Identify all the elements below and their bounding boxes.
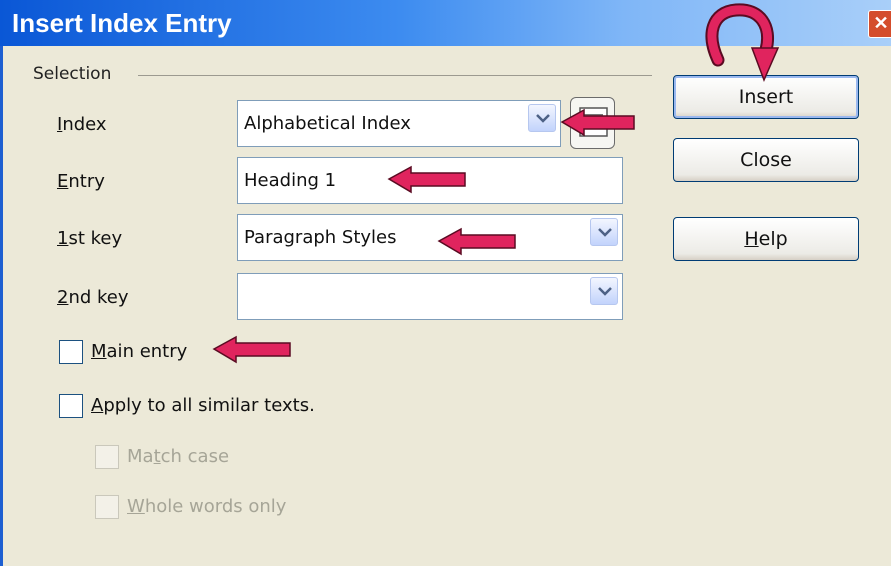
entry-label: Entry [57, 171, 105, 192]
curved-arrow-icon [705, 3, 780, 82]
chevron-down-icon [598, 287, 612, 296]
index-select-value: Alphabetical Index [244, 113, 411, 134]
apply-to-all-label[interactable]: Apply to all similar texts. [91, 395, 315, 416]
chevron-down-icon [536, 114, 550, 123]
close-window-button[interactable]: ✕ [868, 10, 891, 38]
second-key-dropdown-button[interactable] [590, 277, 618, 305]
match-case-label: Match case [127, 446, 230, 467]
help-button[interactable]: Help [673, 217, 859, 261]
first-key-dropdown-button[interactable] [590, 218, 618, 246]
main-entry-label[interactable]: Main entry [91, 341, 187, 362]
section-separator [138, 75, 652, 76]
dialog-title: Insert Index Entry [12, 8, 232, 38]
red-arrow-icon [560, 108, 635, 137]
chevron-down-icon [598, 228, 612, 237]
red-arrow-icon [437, 227, 516, 256]
match-case-checkbox[interactable] [95, 445, 119, 469]
insert-index-entry-dialog: Insert Index Entry ✕ Selection Index Alp… [0, 0, 891, 566]
entry-input-value: Heading 1 [244, 170, 337, 191]
close-button[interactable]: Close [673, 138, 859, 182]
main-entry-checkbox[interactable] [59, 340, 83, 364]
window-border [0, 46, 3, 566]
whole-words-label: Whole words only [127, 496, 287, 517]
index-dropdown-button[interactable] [528, 104, 556, 132]
index-select[interactable]: Alphabetical Index [237, 100, 561, 147]
first-key-label: 1st key [57, 228, 123, 249]
second-key-label: 2nd key [57, 287, 129, 308]
selection-section-label: Selection [33, 64, 112, 84]
close-icon: ✕ [873, 13, 889, 33]
red-arrow-icon [212, 335, 291, 364]
first-key-value: Paragraph Styles [244, 227, 397, 248]
apply-to-all-checkbox[interactable] [59, 394, 83, 418]
second-key-combo[interactable] [237, 273, 623, 320]
whole-words-checkbox[interactable] [95, 495, 119, 519]
first-key-combo[interactable]: Paragraph Styles [237, 214, 623, 261]
index-label: Index [57, 114, 107, 135]
red-arrow-icon [387, 165, 466, 194]
